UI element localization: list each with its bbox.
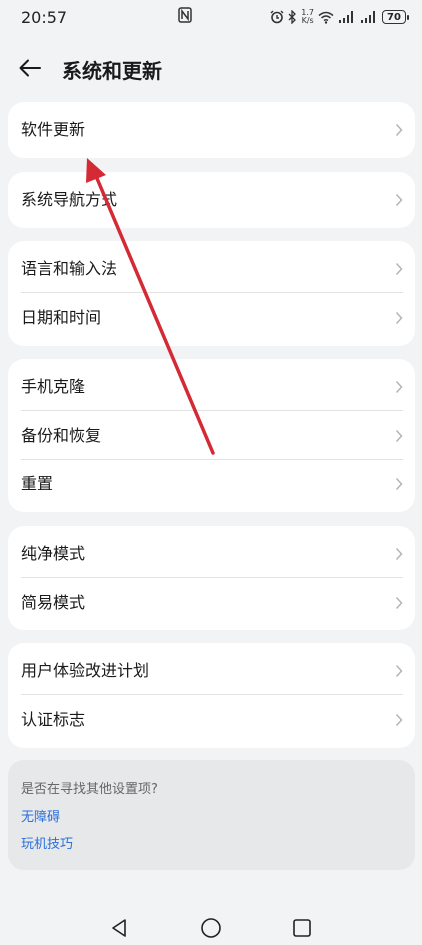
nav-home-icon[interactable]	[199, 916, 223, 940]
settings-group-backup: 手机克隆 备份和恢复 重置	[8, 359, 415, 512]
system-navigation-bar	[0, 910, 422, 945]
date-time-label: 日期和时间	[21, 308, 102, 327]
nfc-icon	[178, 7, 192, 23]
suggestion-question: 是否在寻找其他设置项?	[21, 782, 158, 797]
pure-mode-label: 纯净模式	[21, 544, 86, 563]
chevron-right-icon	[395, 123, 403, 137]
certification-item[interactable]: 认证标志	[8, 695, 415, 748]
wifi-icon	[318, 11, 334, 24]
software-update-label: 软件更新	[21, 120, 86, 139]
chevron-right-icon	[395, 311, 403, 325]
chevron-right-icon	[395, 380, 403, 394]
reset-item[interactable]: 重置	[8, 460, 415, 512]
chevron-right-icon	[395, 664, 403, 678]
reset-label: 重置	[21, 474, 54, 493]
status-bar: 20:57 1.7 K/s 70	[0, 0, 422, 36]
accessibility-link[interactable]: 无障碍	[21, 806, 60, 825]
system-navigation-label: 系统导航方式	[21, 190, 118, 209]
status-icons: 1.7 K/s 70	[270, 8, 409, 26]
settings-group-experience: 用户体验改进计划 认证标志	[8, 643, 415, 748]
phone-clone-item[interactable]: 手机克隆	[8, 359, 415, 411]
nav-recents-icon[interactable]	[290, 916, 314, 940]
language-input-item[interactable]: 语言和输入法	[8, 241, 415, 293]
chevron-right-icon	[395, 429, 403, 443]
settings-group-navigation: 系统导航方式	[8, 172, 415, 228]
chevron-right-icon	[395, 262, 403, 276]
settings-group-modes: 纯净模式 简易模式	[8, 526, 415, 630]
page-header: 系统和更新	[0, 46, 422, 90]
suggestion-card: 是否在寻找其他设置项? 无障碍 玩机技巧	[8, 760, 415, 870]
simple-mode-label: 简易模式	[21, 593, 86, 612]
user-experience-item[interactable]: 用户体验改进计划	[8, 643, 415, 695]
back-arrow-icon	[19, 59, 41, 77]
user-experience-label: 用户体验改进计划	[21, 661, 150, 680]
simple-mode-item[interactable]: 简易模式	[8, 578, 415, 630]
network-speed: 1.7 K/s	[301, 9, 314, 25]
battery-indicator: 70	[382, 10, 409, 24]
settings-group-language-time: 语言和输入法 日期和时间	[8, 241, 415, 346]
date-time-item[interactable]: 日期和时间	[8, 293, 415, 346]
pure-mode-item[interactable]: 纯净模式	[8, 526, 415, 578]
alarm-icon	[270, 10, 284, 24]
chevron-right-icon	[395, 193, 403, 207]
chevron-right-icon	[395, 547, 403, 561]
tips-link[interactable]: 玩机技巧	[21, 833, 73, 852]
software-update-item[interactable]: 软件更新	[8, 102, 415, 158]
phone-clone-label: 手机克隆	[21, 377, 86, 396]
back-button[interactable]	[14, 52, 46, 84]
status-time: 20:57	[21, 8, 68, 27]
settings-group-software: 软件更新	[8, 102, 415, 158]
system-navigation-item[interactable]: 系统导航方式	[8, 172, 415, 228]
page-title: 系统和更新	[62, 59, 162, 83]
network-speed-unit: K/s	[301, 16, 314, 25]
backup-restore-item[interactable]: 备份和恢复	[8, 411, 415, 460]
backup-restore-label: 备份和恢复	[21, 426, 102, 445]
chevron-right-icon	[395, 596, 403, 610]
signal-icon-2	[361, 11, 375, 23]
chevron-right-icon	[395, 713, 403, 727]
certification-label: 认证标志	[21, 710, 86, 729]
bluetooth-icon	[288, 10, 297, 24]
nav-back-icon[interactable]	[108, 916, 132, 940]
signal-icon-1	[339, 11, 353, 23]
language-input-label: 语言和输入法	[21, 259, 118, 278]
chevron-right-icon	[395, 477, 403, 491]
